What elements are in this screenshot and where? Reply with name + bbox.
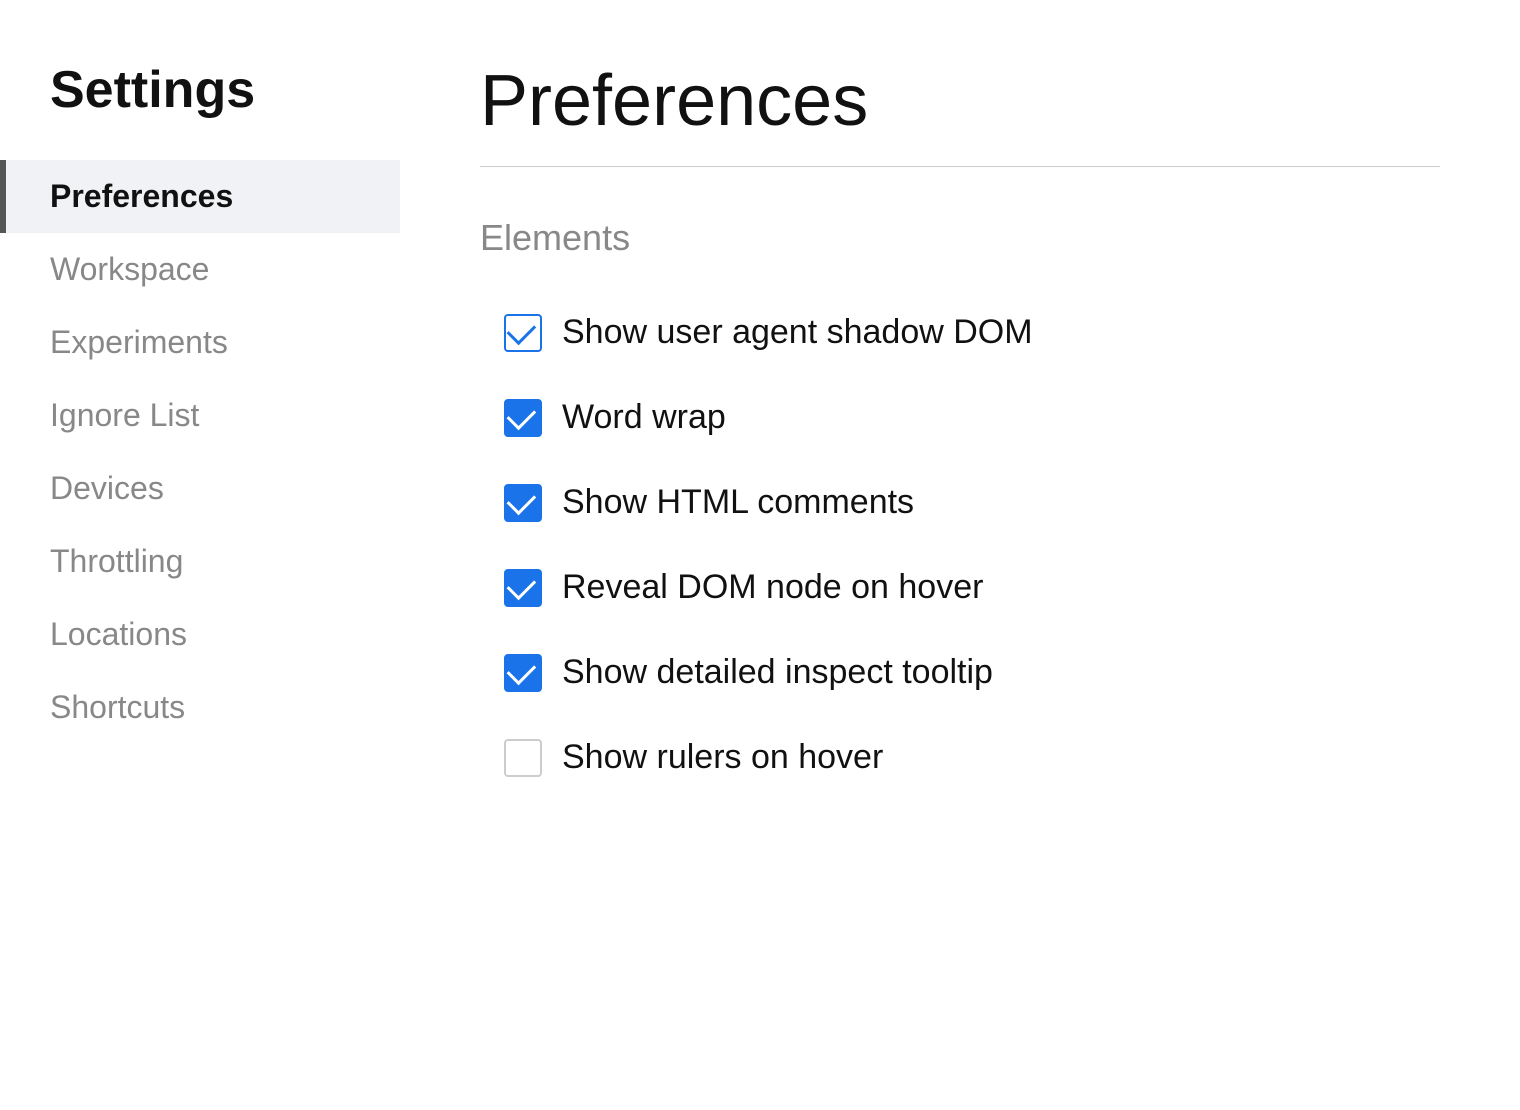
checkbox-wrapper-reveal-dom [504, 569, 542, 607]
checkbox-label-html-comments[interactable]: Show HTML comments [562, 483, 914, 522]
page-divider [480, 166, 1440, 167]
checkbox-item-word-wrap: Word wrap [480, 380, 1440, 455]
checkbox-wrapper-shadow-dom [504, 314, 542, 352]
sidebar-link-preferences[interactable]: Preferences [0, 160, 400, 233]
sidebar-link-devices[interactable]: Devices [0, 452, 400, 525]
sidebar-item-devices[interactable]: Devices [0, 452, 400, 525]
checkbox-item-inspect-tooltip: Show detailed inspect tooltip [480, 635, 1440, 710]
checkbox-item-reveal-dom: Reveal DOM node on hover [480, 550, 1440, 625]
sidebar-title: Settings [0, 60, 400, 160]
section-elements: Elements Show user agent shadow DOM Word w… [480, 217, 1440, 795]
checkbox-label-rulers-hover[interactable]: Show rulers on hover [562, 738, 883, 777]
section-title-elements: Elements [480, 217, 1440, 259]
sidebar-item-shortcuts[interactable]: Shortcuts [0, 671, 400, 744]
sidebar-item-throttling[interactable]: Throttling [0, 525, 400, 598]
sidebar-item-workspace[interactable]: Workspace [0, 233, 400, 306]
sidebar-link-workspace[interactable]: Workspace [0, 233, 400, 306]
sidebar-link-throttling[interactable]: Throttling [0, 525, 400, 598]
checkbox-item-rulers-hover: Show rulers on hover [480, 720, 1440, 795]
sidebar-item-preferences[interactable]: Preferences [0, 160, 400, 233]
checkbox-label-reveal-dom[interactable]: Reveal DOM node on hover [562, 568, 983, 607]
sidebar-link-locations[interactable]: Locations [0, 598, 400, 671]
main-content: Preferences Elements Show user agent shad… [400, 0, 1520, 1110]
sections-container: Elements Show user agent shadow DOM Word w… [480, 217, 1440, 795]
checkbox-list-elements: Show user agent shadow DOM Word wrap Show … [480, 295, 1440, 795]
checkbox-label-inspect-tooltip[interactable]: Show detailed inspect tooltip [562, 653, 993, 692]
checkbox-item-html-comments: Show HTML comments [480, 465, 1440, 540]
sidebar-nav: PreferencesWorkspaceExperimentsIgnore Li… [0, 160, 400, 744]
sidebar-item-experiments[interactable]: Experiments [0, 306, 400, 379]
sidebar-link-ignore-list[interactable]: Ignore List [0, 379, 400, 452]
checkbox-wrapper-inspect-tooltip [504, 654, 542, 692]
sidebar-item-ignore-list[interactable]: Ignore List [0, 379, 400, 452]
sidebar-link-experiments[interactable]: Experiments [0, 306, 400, 379]
checkbox-wrapper-html-comments [504, 484, 542, 522]
page-title: Preferences [480, 60, 1440, 142]
checkbox-wrapper-rulers-hover [504, 739, 542, 777]
sidebar-link-shortcuts[interactable]: Shortcuts [0, 671, 400, 744]
sidebar: Settings PreferencesWorkspaceExperiments… [0, 0, 400, 1110]
checkbox-wrapper-word-wrap [504, 399, 542, 437]
checkbox-label-shadow-dom[interactable]: Show user agent shadow DOM [562, 313, 1033, 352]
sidebar-item-locations[interactable]: Locations [0, 598, 400, 671]
checkbox-label-word-wrap[interactable]: Word wrap [562, 398, 726, 437]
checkbox-item-shadow-dom: Show user agent shadow DOM [480, 295, 1440, 370]
